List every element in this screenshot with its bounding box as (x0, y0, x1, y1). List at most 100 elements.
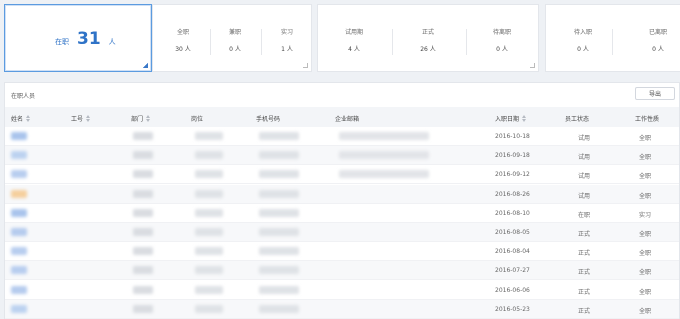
redacted-value (133, 208, 153, 217)
stat-formal-title: 正式 (421, 29, 434, 36)
work-type-cell: 全职 (639, 231, 652, 238)
status-cell: 试用 (578, 192, 591, 200)
column-header-label: 入职日期 (495, 116, 520, 123)
table-row[interactable]: 2016-09-12 试用 全职 (5, 165, 679, 185)
on-job-card[interactable]: 在职 31 人 (4, 4, 152, 72)
column-header-department[interactable]: 部门 (131, 114, 151, 123)
stat-intern-value: 1 人 (281, 46, 293, 53)
redacted-value (11, 132, 27, 140)
table-row[interactable]: 2016-08-05 正式 全职 (5, 223, 679, 242)
redacted-value (195, 189, 223, 198)
work-type-cell: 全职 (639, 135, 652, 142)
table-row[interactable]: 2016-09-18 试用 全职 (5, 146, 679, 166)
redacted-value (259, 266, 299, 275)
redacted-value (11, 208, 27, 217)
stat-pending-leave-title: 待离职 (492, 29, 511, 36)
redacted-value (11, 189, 27, 198)
table-row[interactable]: 2016-08-26 试用 全职 (5, 184, 679, 204)
join-date-cell: 2016-06-06 (495, 286, 530, 294)
column-header-label: 工号 (71, 116, 84, 123)
redacted-value (259, 304, 299, 313)
table-header: 姓名 工号 部门 岗位 手机号码 企业邮箱 入职日期 员工状态 工作性质 (5, 107, 679, 127)
join-date-cell: 2016-08-05 (495, 229, 530, 236)
column-header-status: 员工状态 (565, 114, 589, 123)
sort-icon[interactable] (26, 115, 31, 122)
on-job-unit: 人 (108, 38, 116, 46)
redacted-value (133, 151, 153, 160)
table-row[interactable]: 2016-10-18 试用 全职 (5, 127, 679, 146)
work-type-cell: 实习 (639, 211, 652, 219)
redacted-value (133, 304, 153, 313)
redacted-value (11, 170, 27, 179)
employee-status-card[interactable]: 试用期 4 人 正式 26 人 待离职 0 人 (317, 4, 539, 72)
stat-intern[interactable]: 实习 1 人 (265, 27, 309, 53)
redacted-value (259, 247, 299, 256)
table-row[interactable]: 2016-05-23 正式 全职 (5, 299, 679, 319)
redacted-value (339, 132, 429, 140)
join-date-cell: 2016-08-04 (495, 248, 530, 256)
redacted-value (195, 132, 223, 140)
sort-icon[interactable] (86, 115, 91, 122)
stat-pending-join-value: 0 人 (577, 46, 589, 53)
stat-fulltime[interactable]: 全职 30 人 (161, 27, 205, 53)
column-header-email: 企业邮箱 (335, 114, 359, 123)
redacted-value (195, 247, 223, 256)
on-job-label: 在职 (55, 38, 69, 46)
redacted-value (339, 151, 429, 160)
table-row[interactable]: 2016-06-06 正式 全职 (5, 281, 679, 300)
column-header-label: 企业邮箱 (335, 116, 360, 123)
divider (392, 29, 393, 55)
column-header-work-type: 工作性质 (635, 114, 659, 123)
work-type-cell: 全职 (639, 250, 652, 258)
redacted-value (11, 304, 27, 313)
table-row[interactable]: 2016-08-10 在职 实习 (5, 204, 679, 223)
stat-pending-leave[interactable]: 待离职 0 人 (480, 27, 524, 53)
redacted-value (11, 266, 27, 275)
panel-title: 在职人员 (11, 93, 36, 100)
column-header-label: 部门 (131, 116, 144, 123)
status-cell: 正式 (578, 269, 591, 277)
join-date-cell: 2016-09-12 (495, 171, 530, 179)
join-date-cell: 2016-09-18 (495, 152, 530, 160)
stat-left[interactable]: 已离职 0 人 (636, 27, 680, 53)
stat-probation-title: 试用期 (344, 29, 363, 36)
redacted-value (11, 247, 27, 256)
corner-resize-icon (530, 63, 535, 68)
work-type-cell: 全职 (639, 288, 652, 296)
redacted-value (259, 228, 299, 236)
column-header-id[interactable]: 工号 (71, 114, 91, 123)
stat-parttime-title: 兼职 (228, 29, 241, 36)
column-header-name[interactable]: 姓名 (11, 114, 31, 123)
column-header-join-date[interactable]: 入职日期 (495, 114, 527, 123)
redacted-value (11, 285, 27, 294)
export-button[interactable]: 导出 (635, 87, 675, 100)
table-row[interactable]: 2016-08-04 正式 全职 (5, 242, 679, 262)
stat-probation[interactable]: 试用期 4 人 (332, 27, 376, 53)
stat-pending-join[interactable]: 待入职 0 人 (561, 27, 605, 53)
redacted-value (11, 228, 27, 236)
stat-parttime[interactable]: 兼职 0 人 (213, 27, 257, 53)
status-cell: 正式 (578, 231, 591, 238)
redacted-value (339, 170, 429, 179)
redacted-value (195, 304, 223, 313)
column-header-label: 工作性质 (635, 116, 660, 123)
column-header-label: 岗位 (191, 116, 204, 123)
status-cell: 正式 (578, 307, 591, 315)
column-header-phone: 手机号码 (256, 114, 280, 123)
pipeline-card[interactable]: 待入职 0 人 已离职 0 人 (545, 4, 680, 72)
join-date-cell: 2016-10-18 (495, 133, 530, 140)
table-row[interactable]: 2016-07-27 正式 全职 (5, 261, 679, 281)
redacted-value (195, 228, 223, 236)
status-cell: 正式 (578, 250, 591, 258)
stat-pending-join-title: 待入职 (573, 29, 592, 36)
employment-type-card[interactable]: 全职 30 人 兼职 0 人 实习 1 人 (152, 4, 312, 72)
sort-icon[interactable] (522, 115, 527, 122)
stat-left-title: 已离职 (648, 29, 667, 36)
redacted-value (259, 170, 299, 179)
redacted-value (11, 151, 27, 160)
stat-fulltime-title: 全职 (176, 29, 189, 36)
sort-icon[interactable] (146, 115, 151, 122)
stat-formal[interactable]: 正式 26 人 (406, 27, 450, 53)
redacted-value (133, 189, 153, 198)
corner-resize-icon (143, 63, 148, 68)
